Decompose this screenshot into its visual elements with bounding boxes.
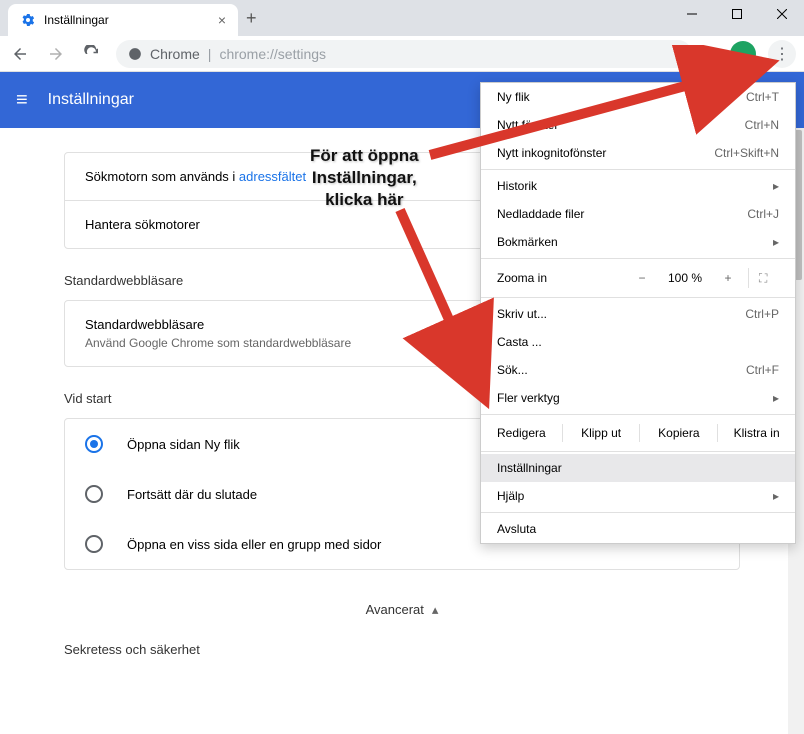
address-path: chrome://settings xyxy=(219,46,326,62)
zoom-out-button[interactable]: − xyxy=(632,271,652,285)
toolbar: Chrome | chrome://settings ☆ ⋮ xyxy=(0,36,804,72)
radio-selected-icon[interactable] xyxy=(85,435,103,453)
maximize-button[interactable] xyxy=(714,0,759,28)
annotation-callout: För att öppna Inställningar, klicka här xyxy=(310,145,419,211)
menu-new-window[interactable]: Nytt fönsterCtrl+N xyxy=(481,111,795,139)
gear-icon xyxy=(20,12,36,28)
reload-button[interactable] xyxy=(80,42,104,66)
menu-downloads[interactable]: Nedladdade filerCtrl+J xyxy=(481,200,795,228)
hamburger-icon[interactable]: ≡ xyxy=(16,89,28,112)
browser-tab[interactable]: Inställningar × xyxy=(8,4,238,36)
chevron-right-icon: ▸ xyxy=(773,391,779,405)
menu-incognito[interactable]: Nytt inkognitofönsterCtrl+Skift+N xyxy=(481,139,795,167)
fullscreen-icon[interactable]: ⛶ xyxy=(759,271,779,286)
zoom-value: 100 % xyxy=(662,271,708,285)
menu-edit-row: Redigera Klipp ut Kopiera Klistra in xyxy=(481,417,795,449)
minimize-button[interactable] xyxy=(669,0,714,28)
chevron-right-icon: ▸ xyxy=(773,489,779,503)
chevron-right-icon: ▸ xyxy=(773,179,779,193)
back-button[interactable] xyxy=(8,42,32,66)
menu-copy[interactable]: Kopiera xyxy=(639,424,717,442)
menu-history[interactable]: Historik▸ xyxy=(481,172,795,200)
menu-find[interactable]: Sök...Ctrl+F xyxy=(481,356,795,384)
chrome-menu-button[interactable]: ⋮ xyxy=(768,40,796,68)
menu-cut[interactable]: Klipp ut xyxy=(562,424,640,442)
menu-paste[interactable]: Klistra in xyxy=(717,424,795,442)
chevron-up-icon: ▴ xyxy=(432,602,439,617)
advanced-toggle[interactable]: Avancerat▴ xyxy=(64,602,740,618)
chrome-icon xyxy=(128,47,142,61)
menu-zoom: Zooma in − 100 % + ⛶ xyxy=(481,261,795,295)
address-bar[interactable]: Chrome | chrome://settings xyxy=(116,40,692,68)
radio-icon[interactable] xyxy=(85,535,103,553)
bookmark-star-icon[interactable]: ☆ xyxy=(704,44,718,64)
settings-title: Inställningar xyxy=(48,91,134,109)
close-window-button[interactable] xyxy=(759,0,804,28)
chevron-right-icon: ▸ xyxy=(773,235,779,249)
address-prefix: Chrome xyxy=(150,46,200,62)
menu-exit[interactable]: Avsluta xyxy=(481,515,795,543)
privacy-title: Sekretess och säkerhet xyxy=(64,642,740,657)
address-bar-link[interactable]: adressfältet xyxy=(239,169,306,184)
menu-help[interactable]: Hjälp▸ xyxy=(481,482,795,510)
close-tab-icon[interactable]: × xyxy=(218,12,226,28)
new-tab-button[interactable]: + xyxy=(246,8,257,29)
profile-avatar[interactable] xyxy=(730,41,756,67)
menu-new-tab[interactable]: Ny flikCtrl+T xyxy=(481,83,795,111)
menu-cast[interactable]: Casta ... xyxy=(481,328,795,356)
radio-icon[interactable] xyxy=(85,485,103,503)
menu-settings[interactable]: Inställningar xyxy=(481,454,795,482)
menu-bookmarks[interactable]: Bokmärken▸ xyxy=(481,228,795,256)
menu-print[interactable]: Skriv ut...Ctrl+P xyxy=(481,300,795,328)
forward-button[interactable] xyxy=(44,42,68,66)
tab-title: Inställningar xyxy=(44,13,109,27)
menu-more-tools[interactable]: Fler verktyg▸ xyxy=(481,384,795,412)
chrome-menu: Ny flikCtrl+T Nytt fönsterCtrl+N Nytt in… xyxy=(480,82,796,544)
zoom-in-button[interactable]: + xyxy=(718,271,738,285)
